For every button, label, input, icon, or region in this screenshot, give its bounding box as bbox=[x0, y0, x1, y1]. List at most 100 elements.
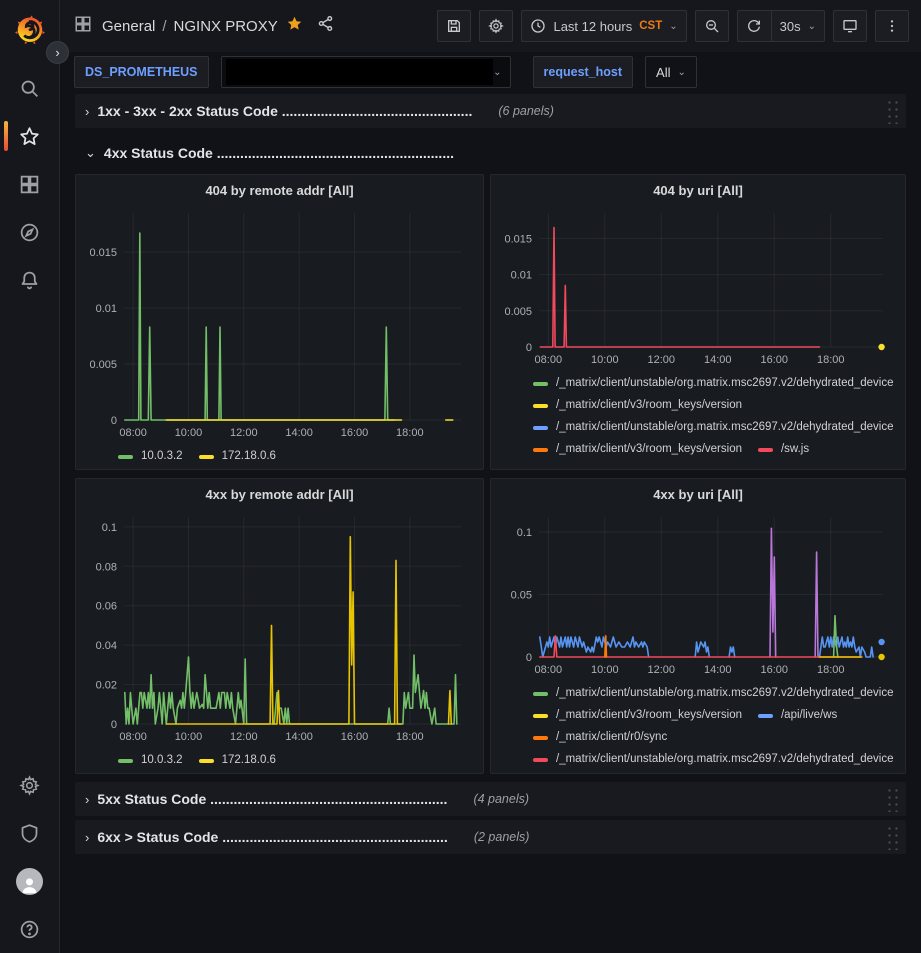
legend-item[interactable]: 172.18.0.6 bbox=[199, 753, 276, 768]
row-drag-handle[interactable] bbox=[885, 98, 898, 124]
row-4xx[interactable]: ⌄ 4xx Status Code ......................… bbox=[75, 138, 906, 168]
kebab-menu-icon bbox=[884, 18, 900, 34]
header-toolbar: Last 12 hours CST ⌄ 30s ⌄ bbox=[437, 10, 909, 42]
sidebar-starred-icon[interactable] bbox=[0, 112, 60, 160]
save-dashboard-button[interactable] bbox=[437, 10, 471, 42]
timeseries-chart[interactable]: 08:0010:0012:0014:0016:0018:0000.050.1 bbox=[499, 509, 897, 682]
favorite-star-icon[interactable] bbox=[286, 15, 303, 37]
legend-label: /_matrix/client/unstable/org.matrix.msc2… bbox=[556, 376, 894, 391]
svg-text:14:00: 14:00 bbox=[704, 664, 732, 676]
legend-item[interactable]: /_matrix/client/v3/room_keys/version bbox=[533, 442, 742, 457]
svg-text:08:00: 08:00 bbox=[119, 427, 147, 439]
timeseries-chart[interactable]: 08:0010:0012:0014:0016:0018:0000.0050.01… bbox=[84, 205, 475, 445]
grafana-logo-icon[interactable] bbox=[13, 12, 47, 46]
row-5xx[interactable]: › 5xx Status Code ......................… bbox=[75, 782, 906, 816]
sidebar-alerting-icon[interactable] bbox=[0, 256, 60, 304]
main-area: General / NGINX PROXY Last 12 hours bbox=[60, 0, 921, 953]
panel-legend: 10.0.3.2 172.18.0.6 bbox=[84, 445, 475, 465]
svg-text:12:00: 12:00 bbox=[230, 731, 258, 743]
breadcrumb-separator: / bbox=[162, 18, 166, 35]
timeseries-chart[interactable]: 08:0010:0012:0014:0016:0018:0000.0050.01… bbox=[499, 205, 897, 372]
panel-title[interactable]: 404 by remote addr [All] bbox=[84, 181, 475, 205]
legend-swatch bbox=[199, 455, 214, 459]
svg-text:10:00: 10:00 bbox=[175, 427, 203, 439]
breadcrumb: General / NGINX PROXY bbox=[102, 18, 278, 35]
row-title[interactable]: 1xx - 3xx - 2xx Status Code ............… bbox=[97, 103, 472, 119]
row-6xx[interactable]: › 6xx > Status Code ....................… bbox=[75, 820, 906, 854]
refresh-button[interactable] bbox=[737, 10, 771, 42]
sidebar-search-icon[interactable] bbox=[0, 64, 60, 112]
panel-title[interactable]: 404 by uri [All] bbox=[499, 181, 897, 205]
legend-item[interactable]: /api/live/ws bbox=[758, 708, 837, 723]
share-icon[interactable] bbox=[317, 15, 334, 37]
chevron-down-icon: ⌄ bbox=[808, 21, 816, 32]
row-title[interactable]: 6xx > Status Code ......................… bbox=[97, 829, 447, 845]
sidebar-dashboards-icon[interactable] bbox=[0, 160, 60, 208]
legend-swatch bbox=[199, 759, 214, 763]
sidebar-server-admin-shield-icon[interactable] bbox=[0, 809, 60, 857]
zoom-out-time-button[interactable] bbox=[695, 10, 729, 42]
row-drag-handle[interactable] bbox=[885, 786, 898, 812]
svg-text:12:00: 12:00 bbox=[230, 427, 258, 439]
legend-item[interactable]: 172.18.0.6 bbox=[199, 449, 276, 464]
variable-ds-prometheus-select[interactable]: ⌄ bbox=[221, 56, 511, 88]
legend-item[interactable]: /sw.js bbox=[758, 442, 809, 457]
sidebar-configuration-gear-icon[interactable] bbox=[0, 761, 60, 809]
time-range-picker[interactable]: Last 12 hours CST ⌄ bbox=[521, 10, 686, 42]
dashboard-header: General / NGINX PROXY Last 12 hours bbox=[60, 0, 921, 52]
legend-swatch bbox=[118, 759, 133, 763]
row-1xx-3xx-2xx[interactable]: › 1xx - 3xx - 2xx Status Code ..........… bbox=[75, 94, 906, 128]
variable-request-host-select[interactable]: All ⌄ bbox=[645, 56, 697, 88]
tv-mode-button[interactable] bbox=[833, 10, 867, 42]
svg-text:14:00: 14:00 bbox=[285, 427, 313, 439]
sidebar-user-avatar[interactable] bbox=[0, 857, 60, 905]
panel-legend: /_matrix/client/unstable/org.matrix.msc2… bbox=[499, 682, 897, 769]
row-title[interactable]: 4xx Status Code ........................… bbox=[104, 145, 454, 161]
legend-label: /api/live/ws bbox=[781, 708, 837, 723]
legend-label: /_matrix/client/v3/room_keys/version bbox=[556, 398, 742, 413]
svg-text:0: 0 bbox=[526, 652, 532, 664]
svg-text:0: 0 bbox=[111, 719, 117, 731]
timeseries-chart[interactable]: 08:0010:0012:0014:0016:0018:0000.020.040… bbox=[84, 509, 475, 749]
legend-item[interactable]: /_matrix/client/unstable/org.matrix.msc2… bbox=[533, 752, 894, 767]
legend-swatch bbox=[533, 448, 548, 452]
legend-item[interactable]: /_matrix/client/v3/room_keys/version bbox=[533, 708, 742, 723]
legend-item[interactable]: 10.0.3.2 bbox=[118, 753, 183, 768]
legend-swatch bbox=[533, 758, 548, 762]
sidebar-explore-icon[interactable] bbox=[0, 208, 60, 256]
svg-text:0.015: 0.015 bbox=[504, 233, 532, 245]
dashboard-settings-button[interactable] bbox=[479, 10, 513, 42]
svg-text:0.06: 0.06 bbox=[96, 601, 117, 613]
legend-item[interactable]: /_matrix/client/unstable/org.matrix.msc2… bbox=[533, 686, 894, 701]
legend-item[interactable]: 10.0.3.2 bbox=[118, 449, 183, 464]
legend-item[interactable]: /_matrix/client/unstable/org.matrix.msc2… bbox=[533, 420, 894, 435]
svg-text:10:00: 10:00 bbox=[591, 354, 619, 366]
legend-item[interactable]: /_matrix/client/unstable/org.matrix.msc2… bbox=[533, 376, 894, 391]
save-icon bbox=[446, 18, 462, 34]
legend-swatch bbox=[533, 426, 548, 430]
panel-legend: 10.0.3.2 172.18.0.6 bbox=[84, 749, 475, 769]
redacted-value bbox=[226, 59, 494, 85]
svg-text:0.005: 0.005 bbox=[504, 306, 532, 318]
svg-text:18:00: 18:00 bbox=[396, 427, 424, 439]
breadcrumb-folder[interactable]: General bbox=[102, 18, 155, 35]
panel-title[interactable]: 4xx by remote addr [All] bbox=[84, 485, 475, 509]
svg-text:10:00: 10:00 bbox=[591, 664, 619, 676]
more-options-kebab-button[interactable] bbox=[875, 10, 909, 42]
legend-swatch bbox=[758, 448, 773, 452]
sidebar-expand-chevron-icon[interactable]: › bbox=[46, 41, 69, 64]
row-drag-handle[interactable] bbox=[885, 824, 898, 850]
legend-item[interactable]: /_matrix/client/v3/room_keys/version bbox=[533, 398, 742, 413]
row-title[interactable]: 5xx Status Code ........................… bbox=[97, 791, 447, 807]
breadcrumb-dashboard-title[interactable]: NGINX PROXY bbox=[174, 18, 278, 35]
legend-item[interactable]: /_matrix/client/r0/sync bbox=[533, 730, 667, 745]
svg-text:14:00: 14:00 bbox=[704, 354, 732, 366]
panel-title[interactable]: 4xx by uri [All] bbox=[499, 485, 897, 509]
svg-text:16:00: 16:00 bbox=[341, 427, 369, 439]
panels-grid: 404 by remote addr [All] 08:0010:0012:00… bbox=[75, 174, 906, 774]
refresh-interval-dropdown[interactable]: 30s ⌄ bbox=[771, 10, 825, 42]
sidebar-help-icon[interactable] bbox=[0, 905, 60, 953]
legend-label: 172.18.0.6 bbox=[222, 753, 276, 768]
svg-text:16:00: 16:00 bbox=[760, 664, 788, 676]
row-panel-count: (6 panels) bbox=[498, 104, 554, 118]
